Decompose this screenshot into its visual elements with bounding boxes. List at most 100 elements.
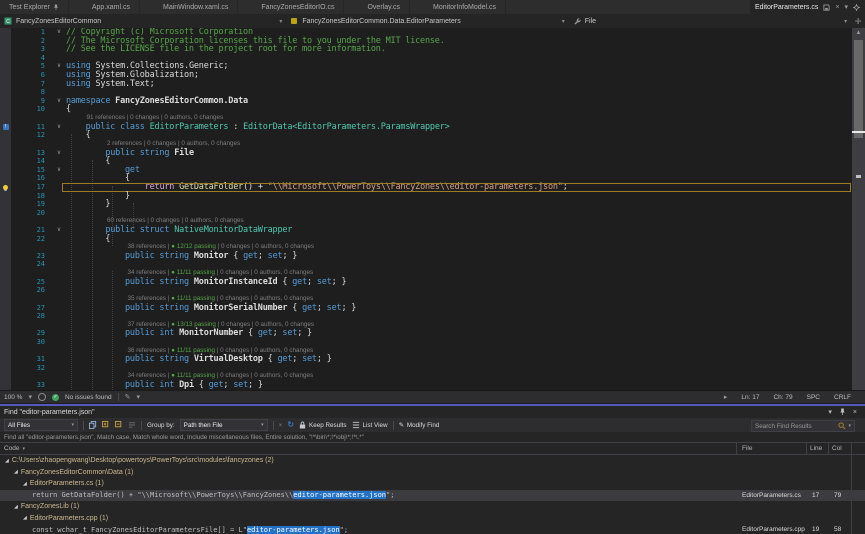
- close-icon[interactable]: ×: [853, 409, 857, 416]
- code-line[interactable]: 3// See the LICENSE file in the project …: [0, 45, 865, 54]
- line-number[interactable]: 31: [11, 355, 52, 364]
- find-panel-title-bar[interactable]: Find "editor-parameters.json" ▾ ×: [0, 406, 865, 418]
- glyph-margin[interactable]: [0, 97, 11, 106]
- code-line[interactable]: 31 public string VirtualDesktop { get; s…: [0, 355, 865, 364]
- glyph-margin[interactable]: [0, 37, 11, 46]
- margin-marker-icon[interactable]: !: [3, 124, 9, 130]
- glyph-margin[interactable]: [0, 286, 11, 295]
- result-row[interactable]: return GetDataFolder() + "\\Microsoft\\P…: [0, 490, 865, 502]
- line-number[interactable]: 7: [11, 80, 52, 89]
- tab-monitorinfomodel-cs[interactable]: MonitorInfoModel.cs: [424, 0, 506, 14]
- code-line[interactable]: 25 public string MonitorInstanceId { get…: [0, 278, 865, 287]
- line-number[interactable]: 22: [11, 235, 52, 244]
- glyph-margin[interactable]: [0, 131, 11, 140]
- split-window-icon[interactable]: ✛: [851, 17, 865, 26]
- code-line[interactable]: 29 public int MonitorNumber { get; set; …: [0, 329, 865, 338]
- glyph-margin[interactable]: [0, 338, 11, 347]
- scrollbar-up-icon[interactable]: ▲: [852, 29, 865, 37]
- result-group-row[interactable]: ◢FancyZonesLib (1): [0, 501, 865, 513]
- pin-icon[interactable]: [53, 4, 59, 11]
- code-line[interactable]: 7using System.Text;: [0, 80, 865, 89]
- refresh-icon[interactable]: ↻: [287, 421, 294, 429]
- line-number[interactable]: 16: [11, 174, 52, 183]
- fold-arrow-icon[interactable]: ∨: [52, 226, 66, 235]
- code-line[interactable]: 28: [0, 312, 865, 321]
- line-number[interactable]: 26: [11, 286, 52, 295]
- line-number[interactable]: 1: [11, 28, 52, 37]
- glyph-margin[interactable]: !: [0, 123, 11, 132]
- glyph-margin[interactable]: [0, 252, 11, 261]
- code-line[interactable]: 9∨namespace FancyZonesEditorCommon.Data: [0, 97, 865, 106]
- active-document-tab[interactable]: EditorParameters.cs × ▾: [750, 0, 865, 14]
- tree-expanded-icon[interactable]: ◢: [23, 481, 27, 487]
- glyph-margin[interactable]: [0, 329, 11, 338]
- code-line[interactable]: !11∨ public class EditorParameters : Edi…: [0, 123, 865, 132]
- line-number[interactable]: 11: [11, 123, 52, 132]
- line-number[interactable]: 5: [11, 62, 52, 71]
- modify-find-button[interactable]: ✎ Modify Find: [399, 422, 440, 429]
- code-line[interactable]: 23 public string Monitor { get; set; }: [0, 252, 865, 261]
- line-number[interactable]: 10: [11, 105, 52, 114]
- preview-icon[interactable]: [128, 421, 136, 429]
- tree-expanded-icon[interactable]: ◢: [23, 515, 27, 521]
- fold-arrow-icon[interactable]: ∨: [52, 28, 66, 37]
- tree-expanded-icon[interactable]: ◢: [14, 469, 18, 475]
- chevron-down-icon[interactable]: ▾: [28, 394, 32, 401]
- collapse-all-icon[interactable]: [115, 421, 123, 429]
- space-mode-indicator[interactable]: SPC: [807, 394, 820, 401]
- fold-arrow-icon[interactable]: ∨: [52, 149, 66, 158]
- glyph-margin[interactable]: [0, 149, 11, 158]
- line-number[interactable]: 6: [11, 71, 52, 80]
- save-icon[interactable]: [823, 4, 830, 11]
- tree-expanded-icon[interactable]: ◢: [5, 458, 9, 464]
- line-number[interactable]: 12: [11, 131, 52, 140]
- result-group-row[interactable]: ◢FancyZonesEditorCommon\Data (1): [0, 467, 865, 479]
- code-line[interactable]: 20: [0, 209, 865, 218]
- fold-arrow-icon[interactable]: ∨: [52, 97, 66, 106]
- glyph-margin[interactable]: [0, 140, 11, 149]
- glyph-margin[interactable]: [0, 209, 11, 218]
- line-number[interactable]: 24: [11, 260, 52, 269]
- chevron-down-icon[interactable]: ▾: [136, 394, 140, 401]
- line-number[interactable]: 29: [11, 329, 52, 338]
- glyph-margin[interactable]: [0, 45, 11, 54]
- editor-scrollbar[interactable]: ▲: [852, 28, 865, 390]
- line-number[interactable]: 32: [11, 364, 52, 373]
- code-line[interactable]: 33 public int Dpi { get; set; }: [0, 381, 865, 390]
- member-dropdown[interactable]: File ▾: [569, 14, 851, 28]
- code-line[interactable]: 12 {: [0, 131, 865, 140]
- glyph-margin[interactable]: [0, 364, 11, 373]
- line-number[interactable]: 9: [11, 97, 52, 106]
- glyph-margin[interactable]: [0, 166, 11, 175]
- glyph-margin[interactable]: [0, 71, 11, 80]
- health-indicator-icon[interactable]: [38, 393, 46, 401]
- tab-test-explorer[interactable]: Test Explorer: [0, 0, 69, 14]
- glyph-margin[interactable]: [0, 54, 11, 63]
- line-indicator[interactable]: Ln: 17: [741, 394, 759, 401]
- keep-results-button[interactable]: Keep Results: [299, 421, 346, 429]
- glyph-margin[interactable]: [0, 278, 11, 287]
- line-number[interactable]: 23: [11, 252, 52, 261]
- line-number[interactable]: 17: [11, 183, 52, 192]
- code-line[interactable]: 22 {: [0, 235, 865, 244]
- glyph-margin[interactable]: [0, 28, 11, 37]
- column-code[interactable]: Code ▾: [0, 445, 25, 452]
- glyph-margin[interactable]: [0, 304, 11, 313]
- tab-app-xaml-cs[interactable]: App.xaml.cs: [83, 0, 140, 14]
- glyph-margin[interactable]: [0, 269, 11, 278]
- column-col[interactable]: Col: [832, 445, 842, 452]
- result-group-row[interactable]: ◢EditorParameters.cpp (1): [0, 513, 865, 525]
- line-number[interactable]: 2: [11, 37, 52, 46]
- column-file[interactable]: File: [742, 445, 752, 452]
- glyph-margin[interactable]: [0, 381, 11, 390]
- chevron-down-icon[interactable]: ▾: [828, 408, 832, 416]
- group-by-dropdown[interactable]: Path then File ▾: [180, 419, 268, 431]
- result-group-row[interactable]: ◢C:\Users\zhaopengwang\Desktop\powertoys…: [0, 455, 865, 467]
- eol-indicator[interactable]: CRLF: [834, 394, 851, 401]
- scope-dropdown[interactable]: All Files ▾: [4, 419, 78, 431]
- glyph-margin[interactable]: [0, 157, 11, 166]
- glyph-margin[interactable]: [0, 355, 11, 364]
- code-line[interactable]: 24: [0, 260, 865, 269]
- type-dropdown[interactable]: FancyZonesEditorCommon.Data.EditorParame…: [286, 14, 568, 28]
- glyph-margin[interactable]: [0, 183, 11, 192]
